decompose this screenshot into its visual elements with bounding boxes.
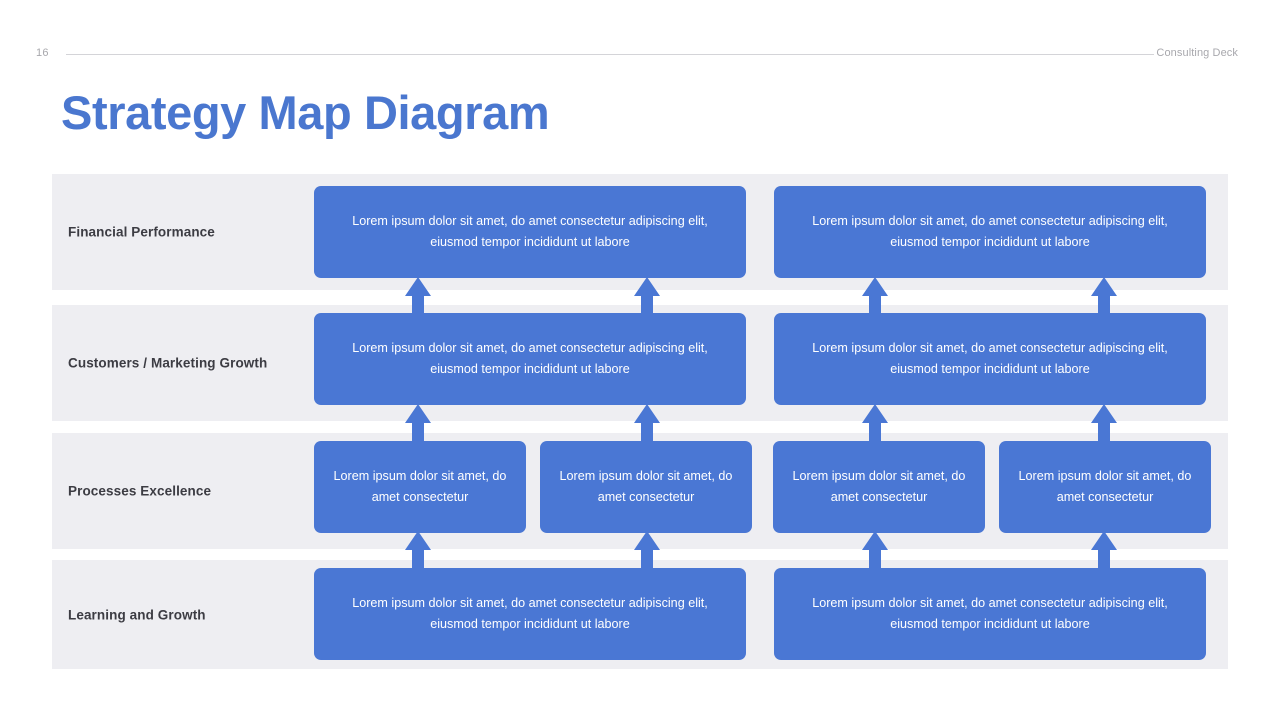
row-label-financial-performance: Financial Performance [68, 224, 215, 240]
card-row4-col1-text: Lorem ipsum dolor sit amet, do amet cons… [352, 596, 708, 631]
card-row1-col1[interactable]: Lorem ipsum dolor sit amet, do amet cons… [314, 186, 746, 278]
card-row1-col2[interactable]: Lorem ipsum dolor sit amet, do amet cons… [774, 186, 1206, 278]
card-row2-col1-text: Lorem ipsum dolor sit amet, do amet cons… [352, 341, 708, 376]
card-row4-col2-text: Lorem ipsum dolor sit amet, do amet cons… [812, 596, 1168, 631]
card-row3-col1-text: Lorem ipsum dolor sit amet, do amet cons… [333, 469, 507, 504]
arrow-up-row3-to-row2-a [405, 404, 431, 444]
card-row4-col1[interactable]: Lorem ipsum dolor sit amet, do amet cons… [314, 568, 746, 660]
row-label-customers-marketing-growth: Customers / Marketing Growth [68, 355, 268, 371]
card-row2-col1[interactable]: Lorem ipsum dolor sit amet, do amet cons… [314, 313, 746, 405]
card-row3-col4-text: Lorem ipsum dolor sit amet, do amet cons… [1018, 469, 1192, 504]
arrow-up-row3-to-row2-c [862, 404, 888, 444]
card-row3-col1[interactable]: Lorem ipsum dolor sit amet, do amet cons… [314, 441, 526, 533]
arrow-up-row4-to-row3-a [405, 531, 431, 571]
card-row3-col3-text: Lorem ipsum dolor sit amet, do amet cons… [792, 469, 966, 504]
arrow-up-row2-to-row1-c [862, 277, 888, 315]
card-row3-col4[interactable]: Lorem ipsum dolor sit amet, do amet cons… [999, 441, 1211, 533]
arrow-up-row2-to-row1-b [634, 277, 660, 315]
arrow-up-row4-to-row3-c [862, 531, 888, 571]
row-label-learning-and-growth: Learning and Growth [68, 607, 206, 622]
card-row2-col2[interactable]: Lorem ipsum dolor sit amet, do amet cons… [774, 313, 1206, 405]
card-row4-col2[interactable]: Lorem ipsum dolor sit amet, do amet cons… [774, 568, 1206, 660]
arrow-up-row4-to-row3-d [1091, 531, 1117, 571]
row-label-processes-excellence: Processes Excellence [68, 483, 212, 499]
strategy-map-diagram: Financial Performance Lorem ipsum dolor … [0, 0, 1280, 720]
arrow-up-row4-to-row3-b [634, 531, 660, 571]
arrow-up-row2-to-row1-a [405, 277, 431, 315]
card-row1-col2-text: Lorem ipsum dolor sit amet, do amet cons… [812, 214, 1168, 249]
card-row3-col2[interactable]: Lorem ipsum dolor sit amet, do amet cons… [540, 441, 752, 533]
card-row3-col3[interactable]: Lorem ipsum dolor sit amet, do amet cons… [773, 441, 985, 533]
card-row2-col2-text: Lorem ipsum dolor sit amet, do amet cons… [812, 341, 1168, 376]
card-row1-col1-text: Lorem ipsum dolor sit amet, do amet cons… [352, 214, 708, 249]
arrow-up-row3-to-row2-d [1091, 404, 1117, 444]
arrow-up-row3-to-row2-b [634, 404, 660, 444]
card-row3-col2-text: Lorem ipsum dolor sit amet, do amet cons… [559, 469, 733, 504]
arrow-up-row2-to-row1-d [1091, 277, 1117, 315]
